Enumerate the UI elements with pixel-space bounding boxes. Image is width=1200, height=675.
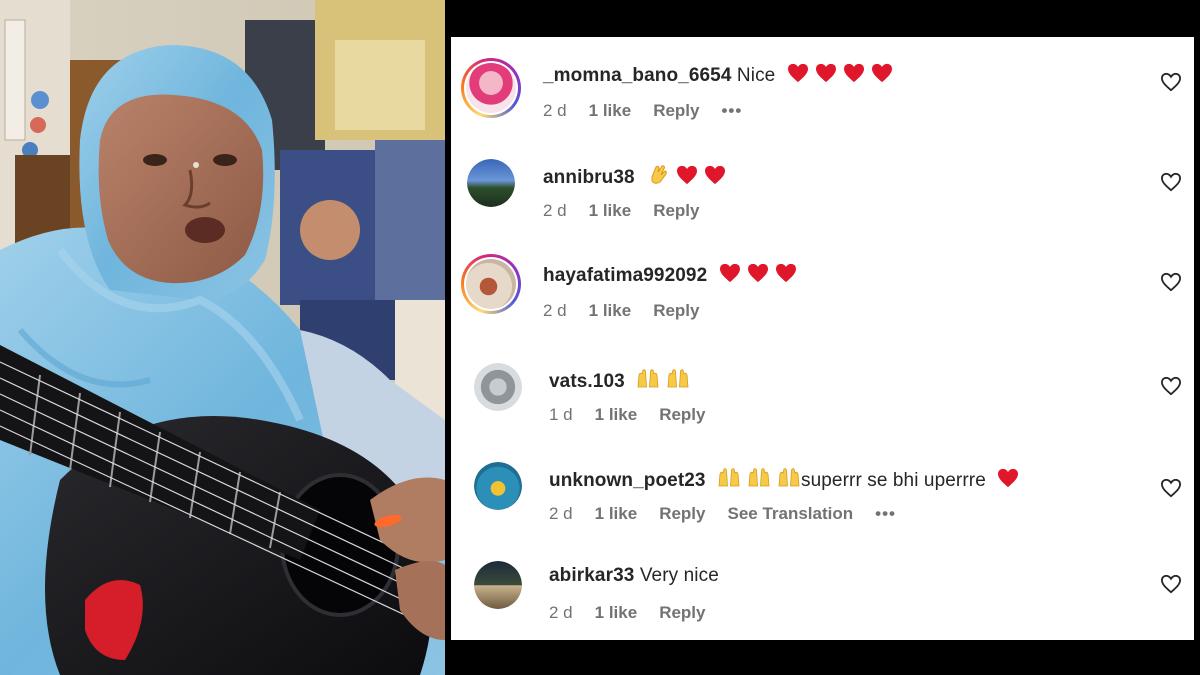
comment-like-count[interactable]: 1 like — [595, 603, 638, 622]
red-heart-icon — [719, 263, 740, 283]
comment-item: abirkar33 Very nice 2 d 1 like Reply — [451, 539, 1194, 639]
heart-outline-icon[interactable] — [1160, 172, 1182, 192]
comment-text: Very nice — [639, 565, 719, 586]
reply-button[interactable]: Reply — [653, 301, 699, 320]
comment-text: Nice — [736, 65, 776, 86]
comment-username[interactable]: abirkar33 — [549, 565, 634, 586]
comment-username[interactable]: unknown_poet23 — [549, 470, 706, 491]
comment-line: unknown_poet23 superrr se bhi uperrre — [549, 466, 1019, 492]
comment-item: hayafatima992092 2 d 1 like Reply — [451, 237, 1194, 337]
emoji-row-before — [711, 468, 801, 491]
raising-hands-icon — [748, 468, 770, 487]
comment-age: 2 d — [549, 603, 573, 622]
heart-outline-icon[interactable] — [1160, 272, 1182, 292]
clapping-hands-icon — [651, 165, 667, 184]
avatar-with-story-ring[interactable] — [461, 58, 521, 118]
red-heart-icon — [815, 63, 836, 83]
comment-item: _momna_bano_6654 Nice 2 d 1 like Reply ••• — [451, 37, 1194, 137]
comment-username[interactable]: _momna_bano_6654 — [543, 65, 732, 86]
comments-panel: _momna_bano_6654 Nice 2 d1 like Reply ••• … — [451, 37, 1194, 640]
emoji-row — [713, 263, 797, 286]
comment-username[interactable]: hayafatima992092 — [543, 265, 707, 286]
comment-line: vats.103 — [549, 367, 690, 393]
comment-line: abirkar33 Very nice — [549, 565, 719, 587]
comment-age: 2 d — [543, 101, 567, 120]
emoji-row — [781, 63, 893, 86]
comment-age: 2 d — [543, 201, 567, 220]
comment-like-count[interactable]: 1 like — [589, 301, 632, 320]
comment-like-count[interactable]: 1 like — [595, 504, 638, 523]
reply-button[interactable]: Reply — [659, 603, 705, 622]
comment-like-count[interactable]: 1 like — [589, 101, 632, 120]
emoji-row — [630, 369, 690, 392]
raising-hands-icon — [718, 468, 740, 487]
raising-hands-icon — [778, 468, 800, 487]
red-heart-icon — [787, 63, 808, 83]
avatar[interactable] — [474, 561, 522, 609]
video-frame-photo — [0, 0, 445, 675]
emoji-row — [991, 468, 1019, 491]
heart-outline-icon[interactable] — [1160, 478, 1182, 498]
raising-hands-icon — [667, 369, 689, 388]
comment-like-count[interactable]: 1 like — [589, 201, 632, 220]
comment-text: superrr se bhi uperrre — [800, 470, 986, 491]
red-heart-icon — [705, 165, 726, 185]
reply-button[interactable]: Reply — [653, 201, 699, 220]
comment-meta: 2 d 1 like Reply ••• — [543, 101, 764, 121]
comment-item: annibru38 2 d 1 like Reply — [451, 137, 1194, 237]
comment-item: unknown_poet23 superrr se bhi uperrre 2 … — [451, 440, 1194, 540]
comment-username[interactable]: annibru38 — [543, 167, 635, 188]
red-heart-icon — [677, 165, 698, 185]
reply-button[interactable]: Reply — [659, 405, 705, 424]
comment-meta: 2 d 1 like Reply — [549, 603, 727, 623]
comment-meta: 2 d 1 like Reply See Translation ••• — [549, 504, 918, 524]
raising-hands-icon — [637, 369, 659, 388]
comment-line: hayafatima992092 — [543, 263, 797, 287]
avatar[interactable] — [474, 363, 522, 411]
red-heart-icon — [871, 63, 892, 83]
more-dots-icon[interactable]: ••• — [721, 101, 742, 120]
heart-outline-icon[interactable] — [1160, 574, 1182, 594]
see-translation-button[interactable]: See Translation — [727, 504, 853, 523]
avatar[interactable] — [467, 159, 515, 207]
heart-outline-icon[interactable] — [1160, 376, 1182, 396]
emoji-row — [640, 165, 726, 188]
red-heart-icon — [747, 263, 768, 283]
comment-line: annibru38 — [543, 163, 726, 189]
heart-outline-icon[interactable] — [1160, 72, 1182, 92]
avatar[interactable] — [474, 462, 522, 510]
woman-playing-guitar-image — [0, 0, 445, 675]
comment-meta: 1 d 1 like Reply — [549, 405, 727, 425]
comment-age: 2 d — [549, 504, 573, 523]
reply-button[interactable]: Reply — [653, 101, 699, 120]
red-heart-icon — [998, 468, 1019, 488]
comment-like-count[interactable]: 1 like — [595, 405, 638, 424]
comment-item: vats.103 1 d 1 like Reply — [451, 341, 1194, 441]
comment-meta: 2 d 1 like Reply — [543, 201, 721, 221]
comment-age: 1 d — [549, 405, 573, 424]
more-dots-icon[interactable]: ••• — [875, 504, 896, 523]
avatar-with-story-ring[interactable] — [461, 254, 521, 314]
comment-meta: 2 d 1 like Reply — [543, 301, 721, 321]
comment-username[interactable]: vats.103 — [549, 371, 625, 392]
reply-button[interactable]: Reply — [659, 504, 705, 523]
red-heart-icon — [843, 63, 864, 83]
comment-age: 2 d — [543, 301, 567, 320]
comment-line: _momna_bano_6654 Nice — [543, 63, 893, 87]
red-heart-icon — [775, 263, 796, 283]
